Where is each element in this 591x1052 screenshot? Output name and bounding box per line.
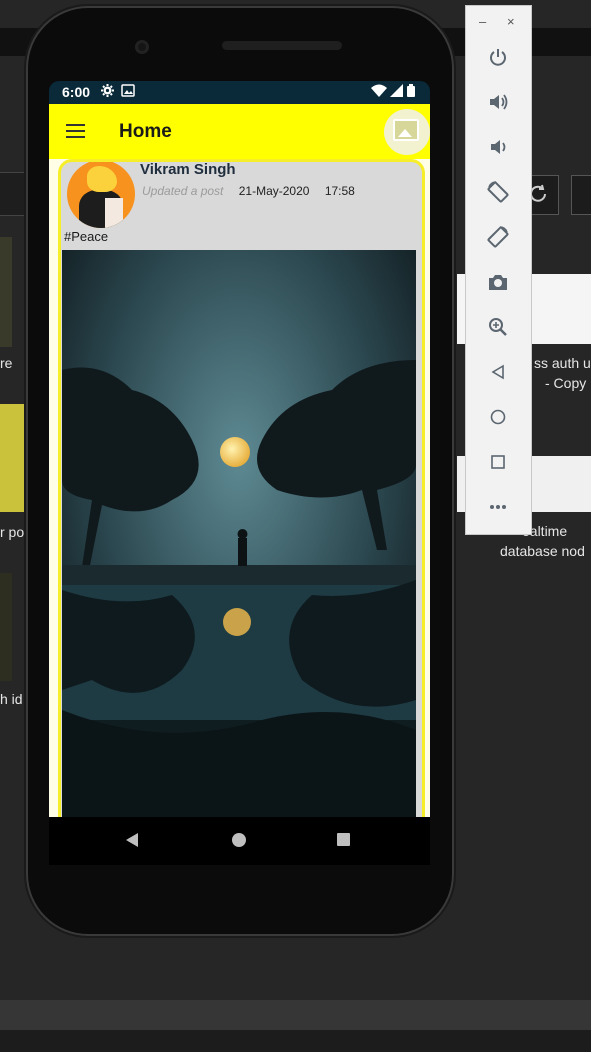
desktop-status-area xyxy=(0,1000,591,1030)
volume-down-button[interactable] xyxy=(482,131,514,163)
volume-up-icon xyxy=(490,94,508,110)
battery-icon xyxy=(407,84,415,100)
minimize-button[interactable]: – xyxy=(479,14,486,29)
post-meta: Updated a post 21-May-2020 17:58 xyxy=(142,184,355,198)
camera-icon xyxy=(489,275,507,290)
desktop-toolbar-button[interactable] xyxy=(571,175,591,215)
notification-image-icon xyxy=(121,84,135,100)
post-date: 21-May-2020 xyxy=(238,184,310,198)
front-camera xyxy=(135,40,149,54)
back-button[interactable] xyxy=(482,356,514,388)
avatar[interactable] xyxy=(67,162,135,228)
settings-icon xyxy=(101,84,114,100)
post-author-name[interactable]: Vikram Singh xyxy=(140,162,236,178)
post-time: 17:58 xyxy=(324,184,355,198)
hamburger-menu-icon[interactable] xyxy=(66,124,85,138)
zoom-button[interactable] xyxy=(482,311,514,343)
overview-nav-button[interactable] xyxy=(337,833,350,846)
rotate-left-button[interactable] xyxy=(482,176,514,208)
power-icon xyxy=(490,49,506,66)
phone-screen: 6:00 Home Vikram Singh Updated a post 21… xyxy=(49,81,430,817)
post-action-text: Updated a post xyxy=(142,184,224,198)
status-time: 6:00 xyxy=(62,84,91,100)
page-title: Home xyxy=(119,121,172,142)
file-thumbnail[interactable] xyxy=(0,404,25,512)
file-thumbnail[interactable] xyxy=(0,237,12,347)
rotate-right-icon xyxy=(487,226,509,248)
wifi-icon xyxy=(371,84,387,100)
back-nav-button[interactable] xyxy=(126,833,138,847)
home-nav-button[interactable] xyxy=(232,833,246,847)
file-label[interactable]: - Copy xyxy=(545,374,586,393)
home-circle-icon xyxy=(490,409,506,425)
rotate-left-icon xyxy=(487,181,509,203)
status-bar: 6:00 xyxy=(49,81,430,104)
back-triangle-icon xyxy=(491,364,504,380)
post-image[interactable] xyxy=(62,250,416,817)
app-bar: Home xyxy=(49,104,430,159)
post-card[interactable]: Vikram Singh Updated a post 21-May-2020 … xyxy=(58,159,425,817)
volume-up-button[interactable] xyxy=(482,86,514,118)
desktop-bottom-bar xyxy=(0,1030,591,1052)
home-button[interactable] xyxy=(482,401,514,433)
more-button[interactable] xyxy=(482,491,514,523)
emulator-control-panel: – × xyxy=(465,5,532,535)
overview-button[interactable] xyxy=(482,446,514,478)
file-label[interactable]: ss auth us xyxy=(534,354,591,373)
file-label[interactable]: re xyxy=(0,354,12,373)
post-caption: #Peace xyxy=(64,229,109,244)
android-nav-bar xyxy=(49,817,430,865)
power-button[interactable] xyxy=(482,41,514,73)
file-label[interactable]: r po xyxy=(0,523,24,542)
file-thumbnail[interactable] xyxy=(0,573,12,681)
screenshot-button[interactable] xyxy=(482,266,514,298)
add-image-icon xyxy=(393,119,419,141)
close-button[interactable]: × xyxy=(507,14,515,29)
volume-down-icon xyxy=(491,140,506,154)
more-dots-icon xyxy=(490,505,506,509)
file-label[interactable]: h id xyxy=(0,690,23,709)
signal-icon xyxy=(390,84,403,100)
file-label[interactable]: database nod xyxy=(500,542,585,561)
overview-square-icon xyxy=(491,455,505,469)
zoom-in-icon xyxy=(489,318,507,336)
add-image-button[interactable] xyxy=(384,109,430,155)
post-feed[interactable]: Vikram Singh Updated a post 21-May-2020 … xyxy=(49,159,430,817)
rotate-right-button[interactable] xyxy=(482,221,514,253)
earpiece-speaker xyxy=(222,41,342,50)
